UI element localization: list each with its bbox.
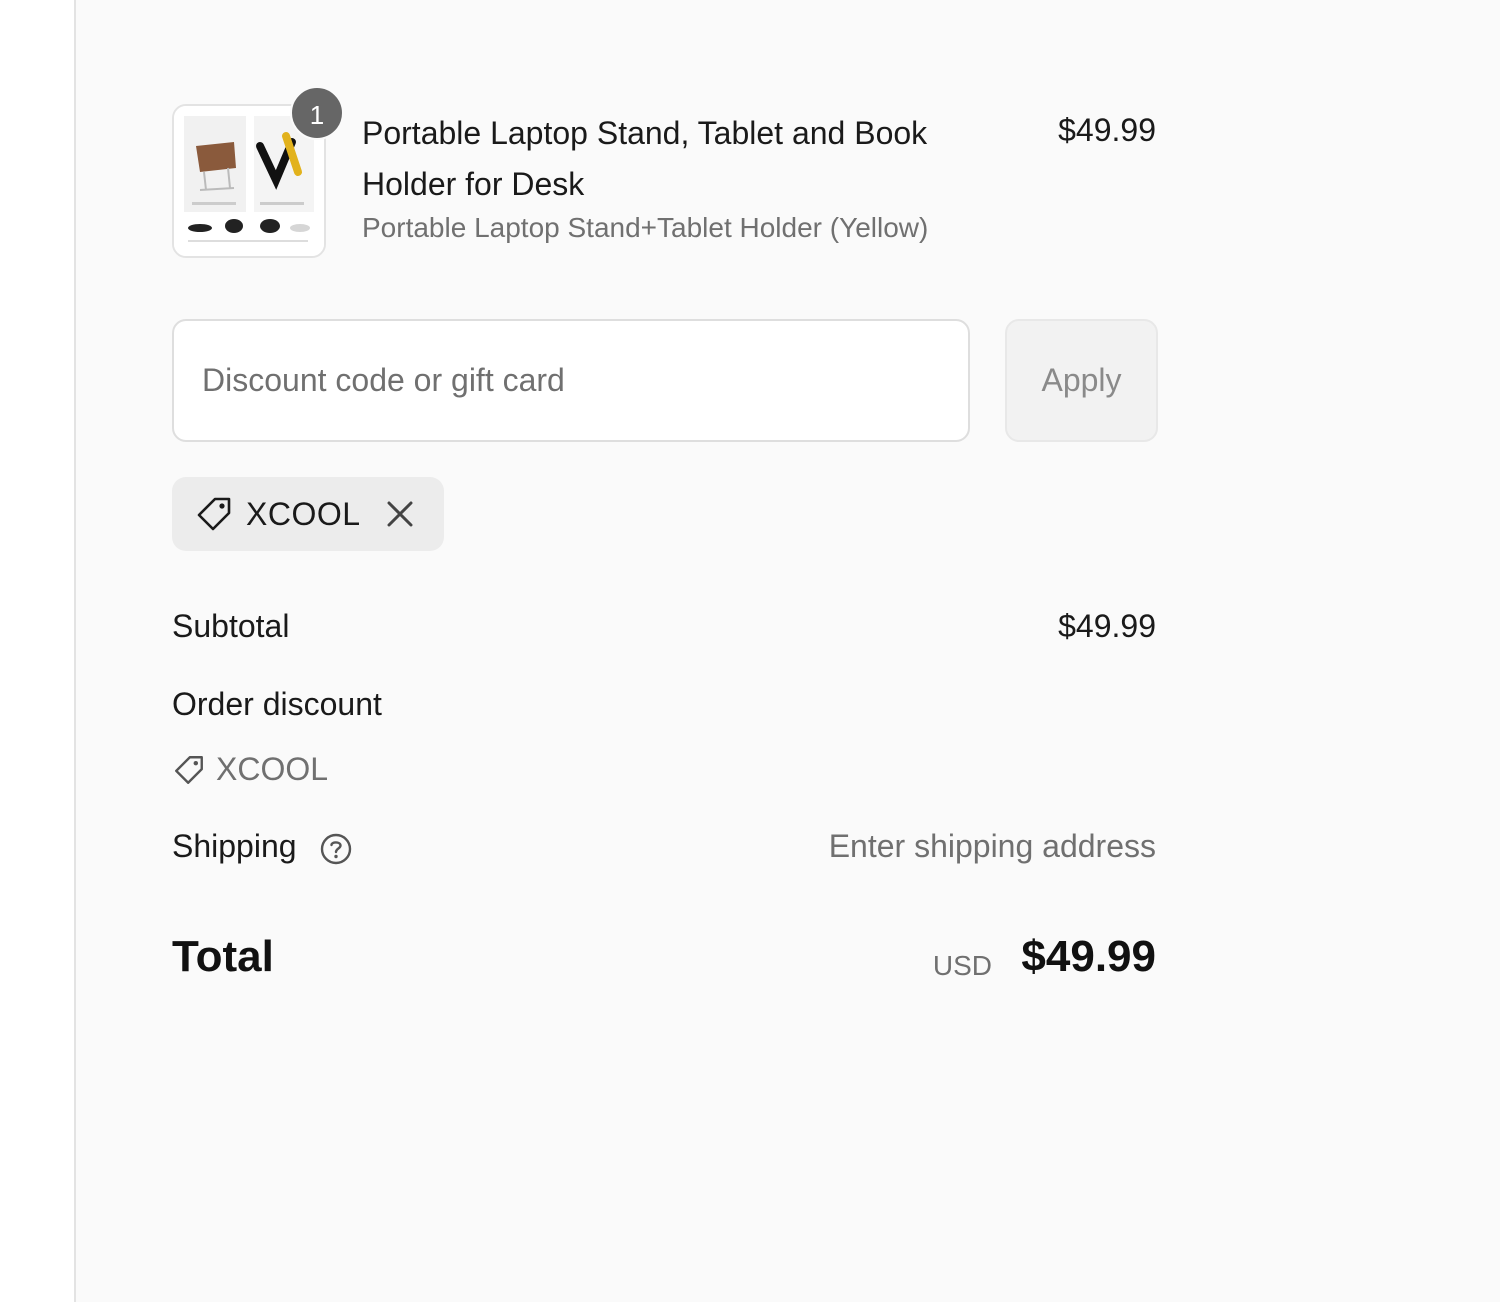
main-content-pane [0,0,74,1302]
order-discount-code-line: XCOOL [172,751,328,788]
help-icon[interactable] [319,832,353,866]
quantity-badge: 1 [290,86,344,140]
remove-discount-icon[interactable] [385,499,415,529]
shipping-label: Shipping [172,828,297,864]
product-thumbnail-wrapper: 1 [172,86,344,258]
product-title: Portable Laptop Stand, Tablet and Book H… [362,115,928,202]
subtotal-value: $49.99 [1058,608,1156,644]
total-label: Total [172,932,274,981]
total-value: $49.99 [1021,932,1156,981]
tag-icon [197,497,231,531]
product-variant: Portable Laptop Stand+Tablet Holder (Yel… [362,212,929,243]
apply-discount-button[interactable]: Apply [1005,319,1158,442]
tag-icon [175,755,203,784]
order-discount-code: XCOOL [216,751,329,787]
product-price: $49.99 [1058,112,1156,148]
order-summary-pane: 1 Portable Laptop Stand, Tablet and Book… [74,0,1500,1302]
subtotal-label: Subtotal [172,608,290,644]
total-currency: USD [932,950,992,981]
applied-discount-tag: XCOOL [172,477,444,551]
applied-discount-code: XCOOL [246,495,361,532]
order-discount-label: Order discount [172,686,382,722]
shipping-value: Enter shipping address [828,828,1156,864]
discount-code-input[interactable] [172,319,970,442]
